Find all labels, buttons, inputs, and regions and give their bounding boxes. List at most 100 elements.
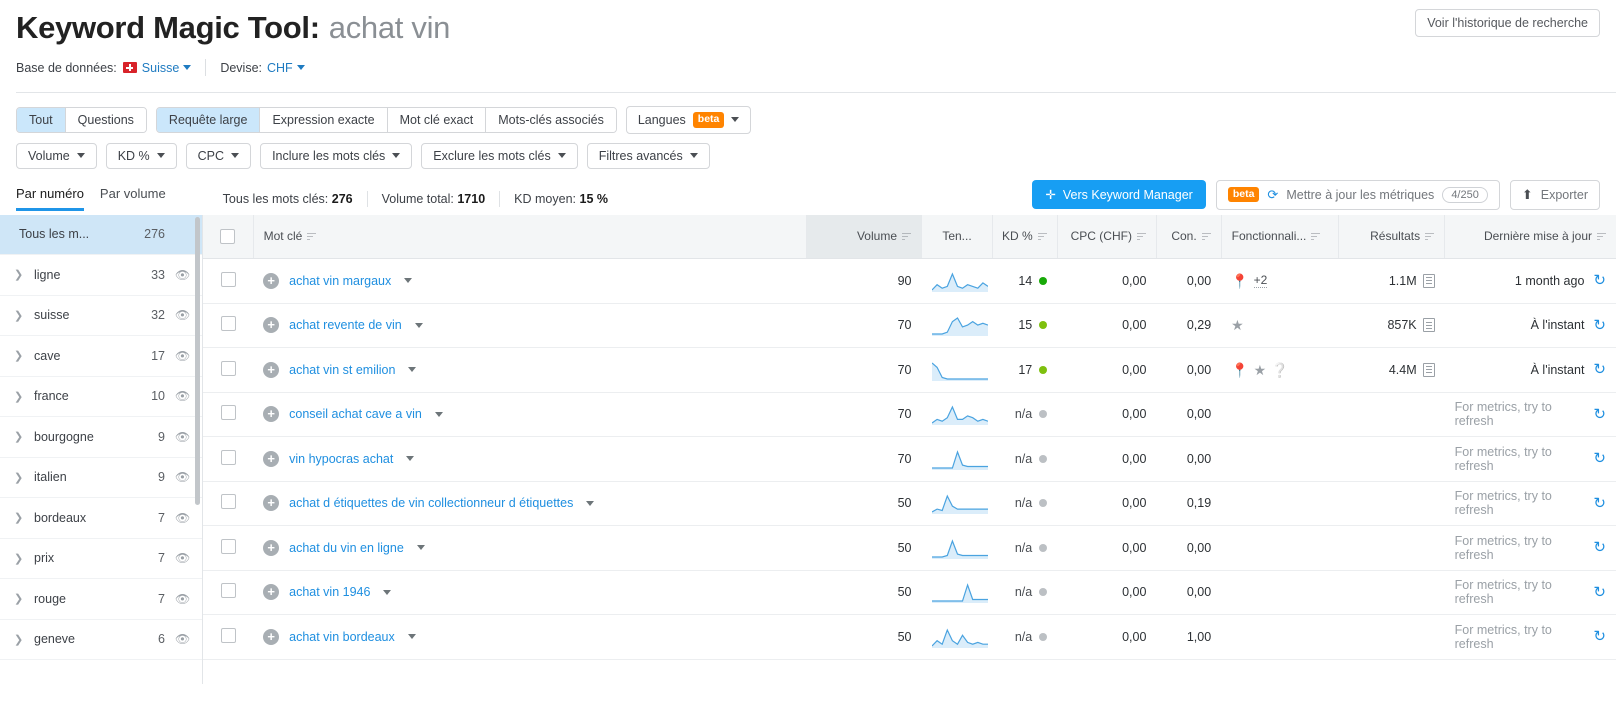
refresh-icon[interactable]: ↻	[1593, 362, 1606, 377]
sidebar-item-rouge[interactable]: ❯ rouge 7 👁	[0, 579, 202, 620]
chevron-down-icon[interactable]	[408, 367, 417, 373]
table-row[interactable]: + achat revente de vin 70 15 0,00 0,29 ★ 857K À …	[203, 303, 1616, 349]
refresh-icon[interactable]: ↻	[1593, 273, 1606, 288]
table-row[interactable]: + achat vin bordeaux 50 n/a 0,00 1,00 For metr…	[203, 614, 1616, 660]
refresh-icon[interactable]: ↻	[1593, 540, 1606, 555]
refresh-icon[interactable]: ↻	[1593, 451, 1606, 466]
row-checkbox[interactable]	[220, 538, 236, 554]
row-checkbox[interactable]	[220, 405, 236, 421]
table-row[interactable]: + achat vin margaux 90 14 0,00 0,00 📍 +2 1.1M 1 m…	[203, 258, 1616, 304]
keyword-link[interactable]: conseil achat cave a vin	[289, 407, 422, 421]
eye-icon[interactable]: 👁	[175, 552, 190, 564]
table-row[interactable]: + achat du vin en ligne 50 n/a 0,00 0,00 For m…	[203, 525, 1616, 571]
volume-filter[interactable]: Volume	[16, 142, 97, 169]
add-keyword-icon[interactable]: +	[263, 406, 280, 423]
sidebar-item-all-keywords[interactable]: Tous les m... 276	[0, 214, 202, 256]
header-kd[interactable]: KD %	[992, 214, 1058, 260]
search-history-button[interactable]: Voir l'historique de recherche	[1415, 9, 1600, 37]
table-row[interactable]: + achat vin 1946 50 n/a 0,00 0,00 For metrics,…	[203, 570, 1616, 616]
exclude-keywords-filter[interactable]: Exclure les mots clés	[421, 142, 578, 169]
keyword-link[interactable]: achat vin margaux	[289, 274, 391, 288]
table-row[interactable]: + achat d étiquettes de vin collectionneu…	[203, 481, 1616, 527]
eye-icon[interactable]: 👁	[175, 309, 190, 321]
header-volume[interactable]: Volume	[806, 214, 922, 260]
kd-filter[interactable]: KD %	[105, 142, 177, 169]
chevron-down-icon[interactable]	[404, 278, 413, 284]
sidebar-item-cave[interactable]: ❯ cave 17 👁	[0, 336, 202, 377]
header-trend[interactable]: Ten...	[921, 214, 993, 260]
table-row[interactable]: + conseil achat cave a vin 70 n/a 0,00 0,00 Fo…	[203, 392, 1616, 438]
tab-par-volume[interactable]: Par volume	[100, 186, 166, 211]
row-checkbox[interactable]	[220, 316, 236, 332]
chevron-down-icon[interactable]	[416, 545, 425, 551]
cpc-filter[interactable]: CPC	[185, 142, 252, 169]
add-keyword-icon[interactable]: +	[263, 539, 280, 556]
eye-icon[interactable]: 👁	[175, 350, 190, 362]
eye-icon[interactable]: 👁	[175, 431, 190, 443]
select-all-checkbox[interactable]	[220, 228, 236, 244]
refresh-icon[interactable]: ↻	[1593, 629, 1606, 644]
sidebar-item-bourgogne[interactable]: ❯ bourgogne 9 👁	[0, 417, 202, 458]
table-row[interactable]: + achat vin st emilion 70 17 0,00 0,00 📍 ★ ❔ 4.4M…	[203, 347, 1616, 393]
add-keyword-icon[interactable]: +	[263, 495, 280, 512]
row-checkbox[interactable]	[220, 583, 236, 599]
sidebar-item-ligne[interactable]: ❯ ligne 33 👁	[0, 255, 202, 296]
sidebar-item-prix[interactable]: ❯ prix 7 👁	[0, 539, 202, 580]
tab-mot-cle-exact[interactable]: Mot clé exact	[387, 107, 487, 132]
refresh-icon[interactable]: ↻	[1593, 585, 1606, 600]
keyword-link[interactable]: achat du vin en ligne	[289, 541, 404, 555]
add-keyword-icon[interactable]: +	[263, 361, 280, 378]
keyword-link[interactable]: achat vin 1946	[289, 585, 370, 599]
eye-icon[interactable]: 👁	[175, 512, 190, 524]
serp-report-icon[interactable]	[1422, 318, 1435, 333]
database-selector[interactable]: Suisse	[142, 61, 192, 75]
add-keyword-icon[interactable]: +	[263, 584, 280, 601]
languages-dropdown[interactable]: Langues beta	[625, 106, 752, 134]
include-keywords-filter[interactable]: Inclure les mots clés	[260, 142, 413, 169]
refresh-icon[interactable]: ↻	[1593, 318, 1606, 333]
keyword-link[interactable]: achat vin bordeaux	[289, 630, 395, 644]
chevron-down-icon[interactable]	[406, 456, 415, 462]
tab-requete-large[interactable]: Requête large	[156, 107, 261, 132]
serp-report-icon[interactable]	[1422, 273, 1435, 288]
advanced-filters[interactable]: Filtres avancés	[586, 142, 710, 169]
update-metrics-button[interactable]: beta ⟳ Mettre à jour les métriques 4/250	[1215, 179, 1500, 210]
add-keyword-icon[interactable]: +	[263, 272, 280, 289]
sidebar-item-france[interactable]: ❯ france 10 👁	[0, 377, 202, 418]
tab-tout[interactable]: Tout	[17, 107, 66, 132]
chevron-down-icon[interactable]	[586, 500, 595, 506]
header-features[interactable]: Fonctionnali...	[1221, 214, 1339, 260]
header-cpc[interactable]: CPC (CHF)	[1057, 214, 1157, 260]
add-keyword-icon[interactable]: +	[263, 317, 280, 334]
eye-icon[interactable]: 👁	[175, 633, 190, 645]
chevron-down-icon[interactable]	[407, 634, 416, 640]
row-checkbox[interactable]	[220, 449, 236, 465]
keyword-manager-button[interactable]: ✛ Vers Keyword Manager	[1032, 180, 1206, 210]
tab-expression-exacte[interactable]: Expression exacte	[260, 107, 388, 132]
export-button[interactable]: ⬆ Exporter	[1509, 179, 1600, 210]
refresh-icon[interactable]: ↻	[1593, 407, 1606, 422]
row-checkbox[interactable]	[220, 494, 236, 510]
tab-par-numero[interactable]: Par numéro	[16, 186, 84, 212]
tab-questions[interactable]: Questions	[65, 107, 146, 132]
currency-selector[interactable]: CHF	[267, 61, 305, 75]
sidebar-item-suisse[interactable]: ❯ suisse 32 👁	[0, 296, 202, 337]
header-keyword[interactable]: Mot clé	[253, 214, 808, 260]
refresh-icon[interactable]: ↻	[1593, 496, 1606, 511]
sidebar-scrollbar[interactable]	[195, 216, 200, 505]
row-checkbox[interactable]	[220, 360, 236, 376]
header-results[interactable]: Résultats	[1338, 214, 1446, 260]
eye-icon[interactable]: 👁	[175, 269, 190, 281]
features-more-link[interactable]: +2	[1253, 273, 1268, 289]
serp-report-icon[interactable]	[1422, 362, 1435, 377]
header-con[interactable]: Con.	[1156, 214, 1222, 260]
tab-mots-cles-associes[interactable]: Mots-clés associés	[486, 107, 616, 132]
eye-icon[interactable]: 👁	[175, 471, 190, 483]
row-checkbox[interactable]	[220, 627, 236, 643]
keyword-link[interactable]: achat d étiquettes de vin collectionneur…	[289, 496, 573, 510]
sidebar-item-bordeaux[interactable]: ❯ bordeaux 7 👁	[0, 498, 202, 539]
keyword-link[interactable]: vin hypocras achat	[289, 452, 393, 466]
eye-icon[interactable]: 👁	[175, 390, 190, 402]
header-updated[interactable]: Dernière mise à jour	[1444, 214, 1616, 260]
keyword-link[interactable]: achat revente de vin	[289, 318, 402, 332]
